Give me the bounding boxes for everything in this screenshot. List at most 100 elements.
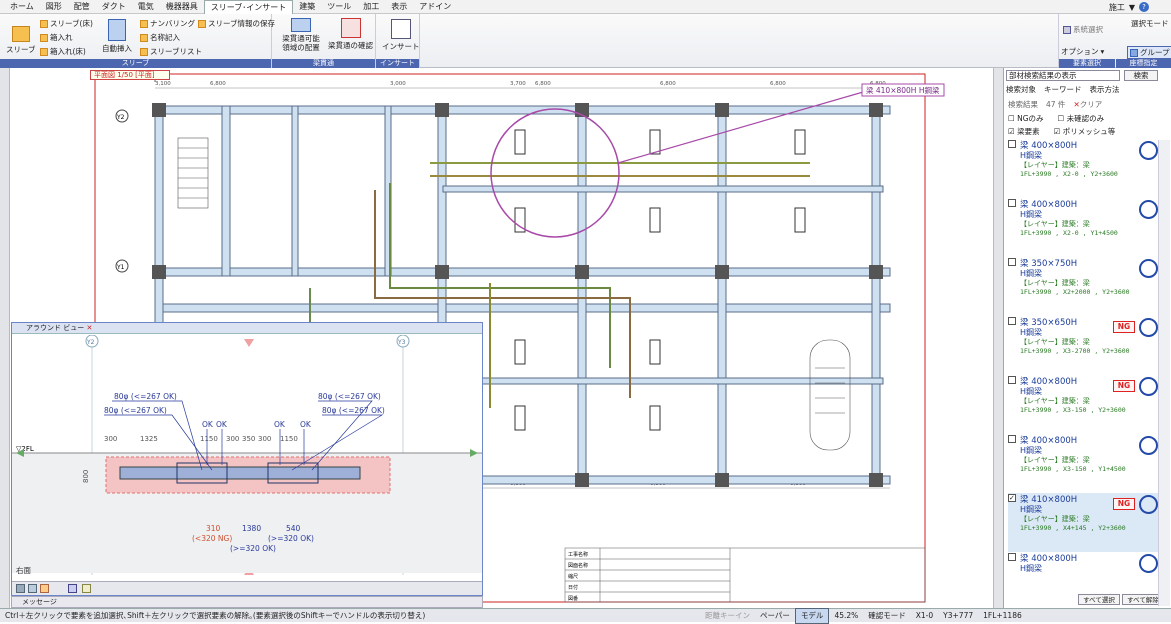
menu-tools[interactable]: ツール — [321, 0, 357, 14]
around-view-toolbar — [12, 581, 482, 595]
result-checkbox[interactable] — [1008, 258, 1016, 266]
distance-keyin[interactable]: 距離キーイン — [700, 609, 755, 623]
result-item[interactable]: ✓ 梁 410×800H H鋼梁 【レイヤー】建築：梁 1FL+3990 , X4+14… — [1008, 493, 1158, 552]
menu-view[interactable]: 表示 — [385, 0, 413, 14]
check-beam-button[interactable]: 梁貫通の確認 — [328, 18, 373, 51]
menu-electric[interactable]: 電気 — [132, 0, 160, 14]
menu-processing[interactable]: 加工 — [357, 0, 385, 14]
status-circle-icon[interactable] — [1139, 318, 1158, 337]
top-marker — [244, 339, 254, 347]
result-checkbox[interactable]: ✓ — [1008, 494, 1016, 502]
result-checkbox[interactable] — [1008, 317, 1016, 325]
menu-architecture[interactable]: 建築 — [293, 0, 321, 14]
tb-date: 日付 — [568, 584, 578, 591]
result-item[interactable]: 梁 400×800H H鋼梁 【レイヤー】建築：梁 1FL+3990 , X2-0 ,… — [1008, 139, 1158, 198]
status-circle-icon[interactable] — [1139, 495, 1158, 514]
results-scrollbar[interactable] — [1158, 140, 1170, 606]
panel-mode-select[interactable]: 部材検索結果の表示 — [1006, 70, 1120, 81]
name-entry-button[interactable]: 名称記入 — [140, 32, 180, 43]
result-checkbox[interactable] — [1008, 140, 1016, 148]
svg-text:OK: OK — [300, 420, 312, 429]
auto-insert-icon — [108, 19, 126, 41]
status-circle-icon[interactable] — [1139, 141, 1158, 160]
paper-tab[interactable]: ペーパー — [755, 609, 795, 623]
help-icon[interactable]: ? — [1139, 2, 1149, 12]
name-entry-icon — [140, 33, 148, 42]
coord-x: X1-0 — [915, 610, 934, 620]
box-floor-button[interactable]: 箱入れ(床) — [40, 46, 86, 57]
status-circle-icon[interactable] — [1139, 200, 1158, 219]
status-circle-icon[interactable] — [1139, 259, 1158, 278]
confirm-mode[interactable]: 確認モード — [863, 609, 911, 623]
menu-home[interactable]: ホーム — [4, 0, 40, 14]
polymesh-checkbox[interactable]: ☑ ポリメッシュ等 — [1054, 126, 1116, 137]
sleeve-list-button[interactable]: スリーブリスト — [140, 46, 202, 57]
result-item[interactable]: 梁 350×650H H鋼梁 【レイヤー】建築：梁 1FL+3990 , X3-270… — [1008, 316, 1158, 375]
toolbar-zoom-icon[interactable] — [28, 584, 37, 593]
stairs-right — [809, 339, 851, 451]
menu-equipment[interactable]: 機器器具 — [160, 0, 204, 14]
search-button[interactable]: 検索 — [1124, 70, 1158, 81]
toolbar-settings-icon[interactable] — [82, 584, 91, 593]
av-grid-y2: Y2 — [86, 339, 95, 346]
box-icon — [40, 33, 48, 42]
zoom-level[interactable]: 45.2% — [829, 609, 863, 623]
select-all-button[interactable]: すべて選択 — [1078, 594, 1120, 605]
svg-text:80φ (<=267 OK): 80φ (<=267 OK) — [114, 392, 177, 401]
box-button[interactable]: 箱入れ — [40, 32, 73, 43]
left-dock-strip[interactable] — [0, 68, 10, 608]
message-bar[interactable]: メッセージ — [11, 596, 483, 608]
save-sleeve-info-button[interactable]: スリーブ情報の保存 — [198, 18, 275, 29]
beam-check-icon — [340, 18, 361, 38]
right-dock-strip[interactable] — [993, 68, 1003, 608]
workspace-selector[interactable]: 施工 — [1109, 2, 1125, 13]
unconfirmed-only-checkbox[interactable]: ☐ 未確認のみ — [1058, 113, 1105, 124]
result-checkbox[interactable] — [1008, 199, 1016, 207]
option-button[interactable]: オプション ▾ — [1061, 46, 1104, 57]
result-checkbox[interactable] — [1008, 553, 1016, 561]
numbering-button[interactable]: ナンバリング — [140, 18, 195, 29]
ng-badge: NG — [1113, 321, 1135, 333]
status-circle-icon[interactable] — [1139, 436, 1158, 455]
select-mode-label: 選択モード — [1131, 19, 1169, 28]
top-dimension-3: 3,700 — [510, 81, 526, 87]
sleeve-button[interactable]: スリーブ — [6, 26, 36, 55]
menu-sleeve-insert[interactable]: スリーブ･インサート — [203, 0, 294, 14]
place-beam-area-button[interactable]: 梁貫通可能領域の配置 — [280, 18, 322, 52]
around-view-titlebar[interactable]: アラウンド ビュー ✕ — [12, 323, 482, 334]
status-circle-icon[interactable] — [1139, 377, 1158, 396]
ribbon-group-sleeve: スリーブ スリーブ(床) 箱入れ 箱入れ(床) 自動挿入 ナンバリング 名称記入… — [0, 14, 275, 68]
toolbar-sync-icon[interactable] — [40, 584, 49, 593]
coord-z: 1FL+1186 — [983, 610, 1022, 620]
system-select-button[interactable]: 系統選択 — [1063, 24, 1103, 35]
filter-display[interactable]: 表示方法 — [1090, 84, 1120, 95]
menu-duct[interactable]: ダクト — [96, 0, 132, 14]
menu-shape[interactable]: 図形 — [40, 0, 68, 14]
drawing-tab[interactable]: 平面図 1/50 [平面] — [90, 70, 170, 80]
model-tab[interactable]: モデル — [794, 607, 830, 624]
menu-piping[interactable]: 配管 — [68, 0, 96, 14]
filter-keyword[interactable]: キーワード — [1044, 84, 1082, 95]
insert-button[interactable]: インサート — [382, 19, 420, 52]
menu-addin[interactable]: アドイン — [413, 0, 457, 14]
clear-button[interactable]: ✕クリア — [1073, 99, 1102, 110]
group-button[interactable]: グループ — [1127, 46, 1171, 59]
result-checkbox[interactable] — [1008, 435, 1016, 443]
result-checkbox[interactable] — [1008, 376, 1016, 384]
result-item[interactable]: 梁 400×800H H鋼梁 【レイヤー】建築：梁 1FL+3990 , X2-0 ,… — [1008, 198, 1158, 257]
result-item[interactable]: 梁 400×800H H鋼梁 【レイヤー】建築：梁 1FL+3990 , X3-150… — [1008, 375, 1158, 434]
workspace-dropdown-icon[interactable]: ▼ — [1129, 3, 1135, 12]
svg-text:OK: OK — [202, 420, 214, 429]
sleeve-floor-button[interactable]: スリーブ(床) — [40, 18, 93, 29]
status-circle-icon[interactable] — [1139, 554, 1158, 573]
result-item[interactable]: 梁 400×800H H鋼梁 【レイヤー】建築：梁 1FL+3990 , X3-150… — [1008, 434, 1158, 493]
auto-insert-button[interactable]: 自動挿入 — [102, 19, 132, 54]
close-icon[interactable]: ✕ — [86, 324, 92, 332]
result-item[interactable]: 梁 350×750H H鋼梁 【レイヤー】建築：梁 1FL+3990 , X2+200… — [1008, 257, 1158, 316]
save-info-icon — [198, 19, 206, 28]
filter-target[interactable]: 検索対象 — [1006, 84, 1036, 95]
toolbar-view-icon[interactable] — [16, 584, 25, 593]
toolbar-section-icon[interactable] — [68, 584, 77, 593]
beam-element-checkbox[interactable]: ☑ 梁要素 — [1008, 126, 1040, 137]
ng-only-checkbox[interactable]: ☐ NGのみ — [1008, 113, 1044, 124]
